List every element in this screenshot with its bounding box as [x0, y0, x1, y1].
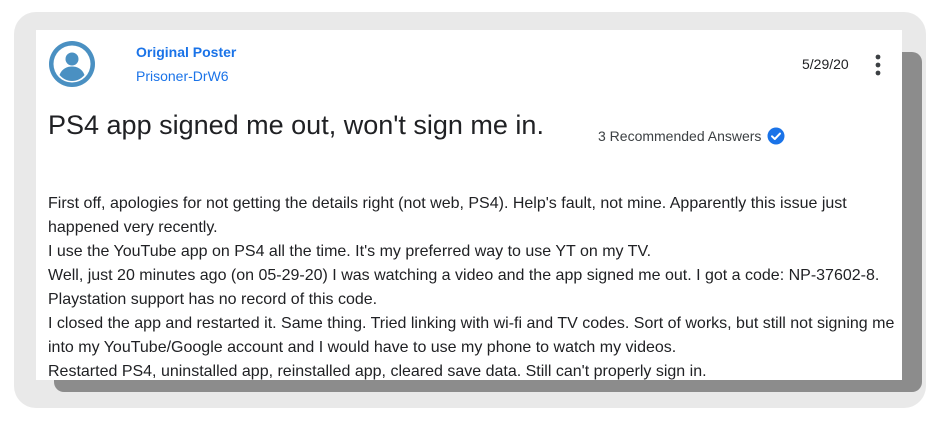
recommended-answers-label: 3 Recommended Answers — [598, 128, 762, 144]
post-paragraph: Restarted PS4, uninstalled app, reinstal… — [48, 363, 707, 380]
screenshot-frame: Original Poster Prisoner-DrW6 5/29/20 PS… — [14, 12, 926, 408]
post-paragraph: I closed the app and restarted it. Same … — [48, 315, 895, 356]
post-title: PS4 app signed me out, won't sign me in. — [48, 110, 544, 140]
post-card: Original Poster Prisoner-DrW6 5/29/20 PS… — [36, 30, 902, 380]
recommended-answers-link[interactable]: 3 Recommended Answers — [598, 127, 785, 145]
post-body: First off, apologies for not getting the… — [48, 192, 900, 380]
post-paragraph: First off, apologies for not getting the… — [48, 195, 847, 236]
post-paragraph: I use the YouTube app on PS4 all the tim… — [48, 243, 652, 260]
post-date: 5/29/20 — [802, 56, 849, 72]
author-link[interactable]: Prisoner-DrW6 — [136, 68, 229, 84]
check-circle-icon — [767, 127, 785, 145]
account-circle-icon[interactable] — [48, 40, 96, 88]
post-paragraph: Well, just 20 minutes ago (on 05-29-20) … — [48, 267, 880, 308]
more-vert-icon[interactable] — [870, 52, 886, 78]
poster-role: Original Poster — [136, 44, 237, 60]
